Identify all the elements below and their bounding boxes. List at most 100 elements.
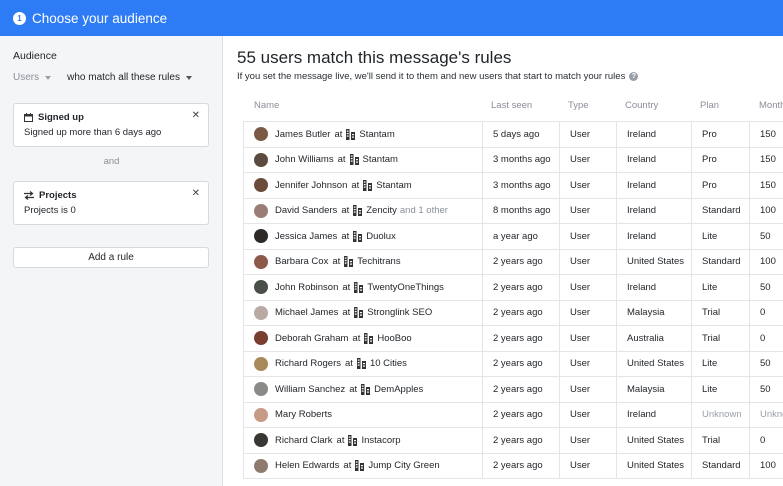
user-name[interactable]: Michael James <box>275 307 338 318</box>
user-name[interactable]: William Sanchez <box>275 384 345 395</box>
cell-plan: Trial <box>691 300 749 325</box>
company-name[interactable]: Stantam <box>363 154 398 165</box>
company-building-icon <box>349 154 359 166</box>
at-label: at <box>334 128 343 140</box>
user-name[interactable]: John Williams <box>275 154 334 165</box>
cell-type: User <box>559 326 616 351</box>
company-name[interactable]: TwentyOneThings <box>367 282 444 293</box>
avatar <box>254 407 268 422</box>
column-header-type[interactable]: Type <box>568 100 589 111</box>
user-name[interactable]: Jennifer Johnson <box>275 180 347 191</box>
remove-rule-close-icon[interactable]: ✕ <box>192 110 200 121</box>
cell-type: User <box>559 173 616 198</box>
cell-monthly: 0 <box>749 428 783 453</box>
cell-type: User <box>559 377 616 402</box>
table-row[interactable]: Deborah Graham at HooBoo 2 years ago User Aus… <box>244 326 783 352</box>
company-name[interactable]: Jump City Green <box>368 460 439 471</box>
table-row[interactable]: Michael James at Stronglink SEO 2 years ago… <box>244 300 783 326</box>
cell-name: John Williams at Stantam <box>254 148 490 173</box>
company-name[interactable]: HooBoo <box>377 333 411 344</box>
user-name[interactable]: James Butler <box>275 129 330 140</box>
cell-name: Helen Edwards at Jump City Green <box>254 454 490 479</box>
column-header-plan[interactable]: Plan <box>700 100 719 111</box>
table-row[interactable]: Barbara Cox at Techitrans 2 years ago User Un… <box>244 249 783 275</box>
cell-last-seen: 3 months ago <box>482 147 559 172</box>
user-name[interactable]: Richard Clark <box>275 435 333 446</box>
user-name[interactable]: Helen Edwards <box>275 460 339 471</box>
cell-last-seen: 2 years ago <box>482 453 559 478</box>
cell-last-seen: 8 months ago <box>482 198 559 223</box>
user-name[interactable]: Richard Rogers <box>275 358 341 369</box>
rule-card-projects[interactable]: Projects Projects is 0 ✕ <box>13 181 209 225</box>
remove-rule-close-icon[interactable]: ✕ <box>192 188 200 199</box>
cell-type: User <box>559 224 616 249</box>
cell-plan: Pro <box>691 147 749 172</box>
company-name[interactable]: Stronglink SEO <box>367 307 432 318</box>
table-row[interactable]: Jessica James at Duolux a year ago User Irela… <box>244 224 783 250</box>
cell-monthly: 50 <box>749 377 783 402</box>
avatar <box>254 356 268 371</box>
help-icon[interactable]: ? <box>629 72 639 81</box>
user-name[interactable]: Deborah Graham <box>275 333 348 344</box>
user-name[interactable]: Mary Roberts <box>275 409 332 420</box>
cell-country: Ireland <box>616 173 691 198</box>
user-name[interactable]: Jessica James <box>275 231 337 242</box>
company-name[interactable]: 10 Cities <box>370 358 407 369</box>
users-dropdown[interactable]: Users <box>13 72 52 83</box>
match-mode-dropdown[interactable]: who match all these rules <box>67 72 192 83</box>
user-name[interactable]: John Robinson <box>275 282 338 293</box>
calendar-icon <box>24 113 33 122</box>
table-row[interactable]: William Sanchez at DemApples 2 years ago Use… <box>244 377 783 403</box>
table-row[interactable]: Helen Edwards at Jump City Green 2 years ag… <box>244 453 783 479</box>
table-row[interactable]: James Butler at Stantam 5 days ago User Irela… <box>244 122 783 148</box>
add-rule-button[interactable]: Add a rule <box>13 247 209 268</box>
user-name[interactable]: Barbara Cox <box>275 256 328 267</box>
company-building-icon <box>364 332 374 344</box>
avatar <box>254 254 268 269</box>
cell-name: David Sanders at Zencity and 1 other <box>254 199 490 224</box>
cell-type: User <box>559 300 616 325</box>
more-companies[interactable]: and 1 other <box>400 205 448 216</box>
column-header-name[interactable]: Name <box>254 100 279 111</box>
table-row[interactable]: Jennifer Johnson at Stantam 3 months ago Use… <box>244 173 783 199</box>
table-row[interactable]: John Robinson at TwentyOneThings 2 years ag… <box>244 275 783 301</box>
cell-name: James Butler at Stantam <box>254 122 490 147</box>
cell-monthly: 50 <box>749 351 783 376</box>
company-name[interactable]: Stantam <box>376 180 411 191</box>
chevron-down-icon <box>45 75 52 80</box>
company-name[interactable]: Zencity <box>366 205 397 216</box>
cell-type: User <box>559 147 616 172</box>
company-name[interactable]: DemApples <box>374 384 423 395</box>
company-name[interactable]: Techitrans <box>357 256 400 267</box>
table-row[interactable]: Richard Rogers at 10 Cities 2 years ago User… <box>244 351 783 377</box>
table-row[interactable]: Richard Clark at Instacorp 2 years ago User U… <box>244 428 783 454</box>
cell-plan: Pro <box>691 173 749 198</box>
audience-label: Audience <box>13 50 57 62</box>
cell-country: Australia <box>616 326 691 351</box>
user-name[interactable]: David Sanders <box>275 205 337 216</box>
at-label: at <box>332 256 341 268</box>
cell-monthly: 0 <box>749 326 783 351</box>
cell-name: John Robinson at TwentyOneThings <box>254 275 490 300</box>
at-label: at <box>341 230 350 242</box>
column-header-country[interactable]: Country <box>625 100 658 111</box>
cell-monthly: 150 <box>749 122 783 147</box>
cell-country: Ireland <box>616 224 691 249</box>
table-row[interactable]: Mary Roberts 2 years ago User Ireland Unknow… <box>244 402 783 428</box>
table-row[interactable]: David Sanders at Zencity and 1 other 8 month… <box>244 198 783 224</box>
company-name[interactable]: Duolux <box>366 231 396 242</box>
column-header-last-seen[interactable]: Last seen <box>491 100 532 111</box>
company-name[interactable]: Stantam <box>359 129 394 140</box>
cell-monthly: 100 <box>749 453 783 478</box>
rule-description: Projects is 0 <box>24 205 76 216</box>
company-building-icon <box>344 256 354 268</box>
cell-plan: Trial <box>691 428 749 453</box>
at-label: at <box>343 460 352 472</box>
company-name[interactable]: Instacorp <box>361 435 400 446</box>
at-label: at <box>336 434 345 446</box>
table-row[interactable]: John Williams at Stantam 3 months ago User Ir… <box>244 147 783 173</box>
cell-plan: Lite <box>691 351 749 376</box>
rule-card-signed-up[interactable]: Signed up Signed up more than 6 days ago… <box>13 103 209 147</box>
column-header-monthly[interactable]: Monthly <box>759 100 783 111</box>
cell-monthly: Unknown <box>749 402 783 427</box>
